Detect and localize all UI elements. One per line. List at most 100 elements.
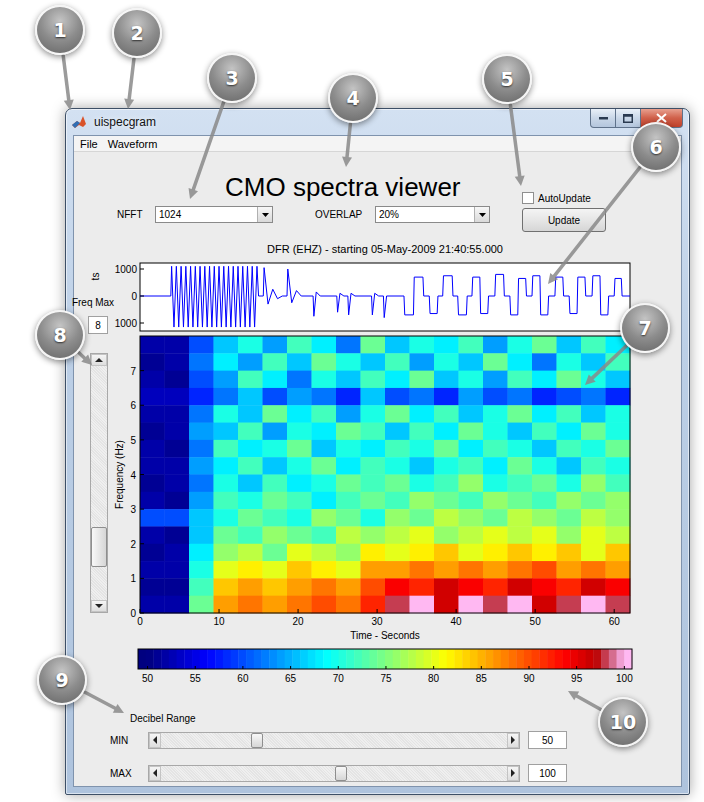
slider-up-button[interactable]: [91, 354, 107, 366]
freq-max-field[interactable]: 8: [88, 316, 108, 334]
spectrogram-cell: [336, 388, 361, 406]
spectrogram-cell: [483, 509, 508, 527]
colorbar-swatch: [339, 649, 347, 669]
slider-right-button[interactable]: [507, 766, 519, 781]
spectrogram-cell: [238, 440, 263, 458]
spectrogram-cell: [434, 561, 459, 579]
dock-arrow-icon[interactable]: [665, 139, 675, 149]
slider-left-button[interactable]: [149, 733, 161, 748]
minimize-button[interactable]: [590, 109, 616, 128]
spectrogram-cell: [483, 578, 508, 596]
slider-label: MIN: [110, 735, 148, 746]
spectrogram-cell: [238, 561, 263, 579]
spectrogram-cell: [557, 423, 582, 441]
colorbar-swatch: [501, 649, 509, 669]
overlap-value: 20%: [376, 207, 474, 222]
spectrogram-cell: [532, 353, 557, 371]
spectrogram-cell: [508, 475, 533, 493]
spectrogram-cell: [434, 423, 459, 441]
spectrogram-cell: [532, 596, 557, 614]
auto-update-checkbox[interactable]: AutoUpdate: [522, 191, 606, 205]
maximize-button[interactable]: [615, 109, 641, 128]
spectrogram-cell: [189, 336, 214, 354]
slider-thumb[interactable]: [251, 733, 263, 748]
spectrogram-cell: [238, 457, 263, 475]
slider-right-button[interactable]: [507, 733, 519, 748]
dropdown-button[interactable]: [257, 207, 272, 222]
x-tick-label: 40: [451, 616, 463, 627]
slider-thumb[interactable]: [335, 766, 347, 781]
freq-max-slider[interactable]: [90, 353, 108, 613]
spectrogram-cell: [336, 492, 361, 510]
spectrogram-cell: [140, 388, 165, 406]
colorbar-tick-label: 60: [237, 673, 249, 684]
spectrogram-cell: [434, 526, 459, 544]
colorbar-swatch: [153, 649, 161, 669]
checkbox-box[interactable]: [522, 192, 534, 204]
spectrogram-cell: [434, 353, 459, 371]
spectrogram-cell: [410, 526, 435, 544]
spectrogram-cell: [214, 509, 239, 527]
spectrogram-cell: [238, 578, 263, 596]
spectrogram-cell: [361, 440, 386, 458]
spectrogram-cell: [263, 388, 288, 406]
colorbar-swatch: [331, 649, 339, 669]
spectrogram-cell: [434, 596, 459, 614]
slider-track[interactable]: [91, 366, 107, 600]
slider-value-field[interactable]: 100: [528, 764, 567, 782]
colorbar-swatch: [292, 649, 300, 669]
spectrogram-cell: [361, 475, 386, 493]
range-slider[interactable]: [148, 732, 520, 749]
spectrogram-cell: [140, 440, 165, 458]
spectrogram-cell: [238, 492, 263, 510]
spectrogram-cell: [606, 336, 631, 354]
nfft-label: NFFT: [117, 209, 155, 220]
overlap-dropdown[interactable]: 20%: [375, 206, 490, 223]
spectrogram-cell: [165, 578, 190, 596]
slider-down-button[interactable]: [91, 600, 107, 612]
minimize-icon: [599, 116, 608, 120]
spectrogram-cell: [606, 475, 631, 493]
slider-thumb[interactable]: [91, 527, 107, 567]
spectrogram-cell: [483, 353, 508, 371]
spectrogram-cell: [581, 578, 606, 596]
spectrogram-cell: [557, 596, 582, 614]
spectrogram-cell: [263, 596, 288, 614]
update-button[interactable]: Update: [522, 208, 606, 232]
spectrogram-cell: [606, 596, 631, 614]
spectrogram-cell: [361, 492, 386, 510]
colorbar-swatch: [308, 649, 316, 669]
spectrogram-cell: [287, 596, 312, 614]
colorbar-tick-label: 70: [333, 673, 345, 684]
slider-left-button[interactable]: [149, 766, 161, 781]
colorbar-tick-label: 50: [142, 673, 154, 684]
spectrogram-cell: [361, 371, 386, 389]
dropdown-button[interactable]: [474, 207, 489, 222]
overlap-label: OVERLAP: [315, 209, 375, 220]
spectrogram-cell: [336, 353, 361, 371]
spectrogram-cell: [165, 544, 190, 562]
nfft-dropdown[interactable]: 1024: [155, 206, 273, 223]
slider-track[interactable]: [161, 733, 507, 748]
spectrogram-cell: [336, 457, 361, 475]
spectrogram-cell: [263, 440, 288, 458]
spectrogram-cell: [532, 440, 557, 458]
range-slider[interactable]: [148, 765, 520, 782]
spectrogram-cell: [140, 457, 165, 475]
spectrogram-cell: [140, 509, 165, 527]
spectrogram-cell: [214, 578, 239, 596]
close-button[interactable]: [640, 109, 683, 128]
spectrogram-cell: [165, 336, 190, 354]
slider-value-field[interactable]: 50: [528, 731, 567, 749]
spectrogram-cell: [189, 423, 214, 441]
colorbar-swatch: [169, 649, 177, 669]
slider-track[interactable]: [161, 766, 507, 781]
spectrogram-cell: [508, 544, 533, 562]
spectrogram-cell: [557, 526, 582, 544]
spectrogram-cell: [312, 596, 337, 614]
spectrogram-cell: [508, 353, 533, 371]
spectrogram-cell: [410, 423, 435, 441]
colorbar-swatch: [254, 649, 262, 669]
menu-item[interactable]: File: [80, 138, 98, 150]
menu-item[interactable]: Waveform: [108, 138, 158, 150]
